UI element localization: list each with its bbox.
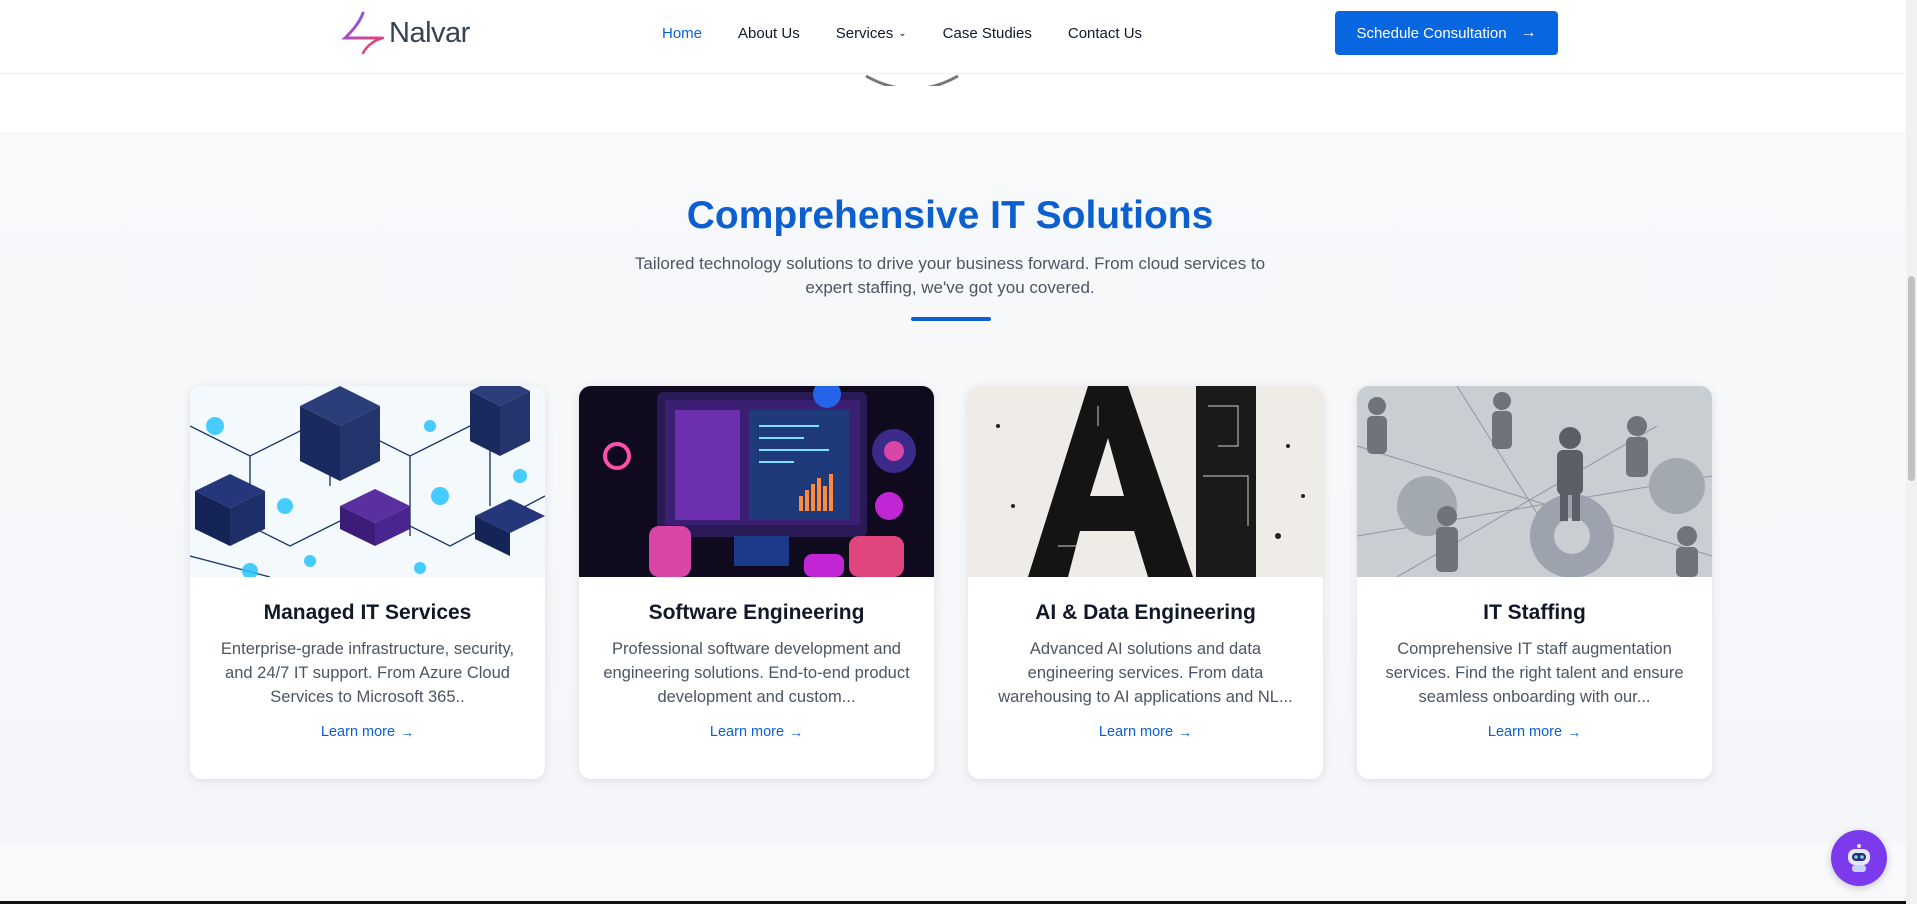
chevron-down-icon: ⌄ — [898, 27, 907, 39]
arrow-right-icon: → — [789, 724, 804, 740]
nav-contact-us[interactable]: Contact Us — [1068, 25, 1142, 42]
scrollbar-thumb[interactable] — [1908, 276, 1915, 481]
schedule-consultation-button[interactable]: Schedule Consultation → — [1335, 11, 1558, 55]
cta-label: Schedule Consultation — [1356, 24, 1507, 42]
nav-about-us[interactable]: About Us — [738, 25, 800, 42]
arrow-right-icon: → — [1520, 24, 1537, 41]
section-subtitle: Tailored technology solutions to drive y… — [634, 254, 1266, 297]
card-title: Managed IT Services — [263, 601, 472, 624]
brand-name: Nalvar — [389, 16, 470, 49]
brand-logo-link[interactable]: Nalvar — [341, 10, 470, 56]
card-description: Comprehensive IT staff augmentation serv… — [1385, 640, 1684, 706]
main-menu: Home About Us Services ⌄ Case Studies Co… — [662, 0, 1178, 66]
service-card-ai-data-engineering[interactable]: AI & Data Engineering Advanced AI soluti… — [968, 386, 1323, 779]
section-divider — [911, 317, 991, 321]
service-card-it-staffing[interactable]: IT Staffing Comprehensive IT staff augme… — [1357, 386, 1712, 779]
learn-more-link[interactable]: Learn more → — [968, 724, 1323, 740]
learn-more-label: Learn more — [320, 724, 396, 740]
card-title: Software Engineering — [648, 601, 865, 624]
top-navbar: Nalvar Home About Us Services ⌄ Case Stu… — [0, 0, 1906, 74]
learn-more-label: Learn more — [709, 724, 785, 740]
card-description: Advanced AI solutions and data engineeri… — [998, 640, 1293, 706]
learn-more-label: Learn more — [1098, 724, 1174, 740]
card-description: Professional software development and en… — [603, 640, 910, 706]
nav-services[interactable]: Services ⌄ — [836, 25, 907, 42]
code-monitor-gears-image — [579, 386, 934, 577]
arrow-right-icon: → — [1178, 724, 1193, 740]
isometric-network-servers-image — [190, 386, 545, 577]
arrow-right-icon: → — [400, 724, 415, 740]
nalvar-logo-icon — [341, 11, 385, 55]
robot-icon — [1848, 844, 1870, 872]
ai-letters-circuit-image — [968, 386, 1323, 577]
card-title: IT Staffing — [1483, 601, 1586, 624]
card-description: Enterprise-grade infrastructure, securit… — [220, 640, 515, 706]
learn-more-link[interactable]: Learn more → — [1357, 724, 1712, 740]
service-card-managed-it[interactable]: Managed IT Services Enterprise-grade inf… — [190, 386, 545, 779]
nav-home[interactable]: Home — [662, 25, 702, 42]
next-section — [0, 842, 1906, 904]
arrow-right-icon: → — [1567, 724, 1582, 740]
services-section: Comprehensive IT Solutions Tailored tech… — [0, 132, 1906, 842]
learn-more-link[interactable]: Learn more → — [190, 724, 545, 740]
learn-more-link[interactable]: Learn more → — [579, 724, 934, 740]
page-scrollbar[interactable] — [1906, 0, 1917, 904]
chatbot-launcher-button[interactable] — [1831, 830, 1887, 886]
card-title: AI & Data Engineering — [1035, 601, 1256, 624]
nav-case-studies[interactable]: Case Studies — [943, 25, 1032, 42]
section-title: Comprehensive IT Solutions — [686, 194, 1214, 237]
learn-more-label: Learn more — [1487, 724, 1563, 740]
nav-services-label: Services — [835, 24, 894, 42]
people-gears-network-image — [1357, 386, 1712, 577]
service-card-software-engineering[interactable]: Software Engineering Professional softwa… — [579, 386, 934, 779]
